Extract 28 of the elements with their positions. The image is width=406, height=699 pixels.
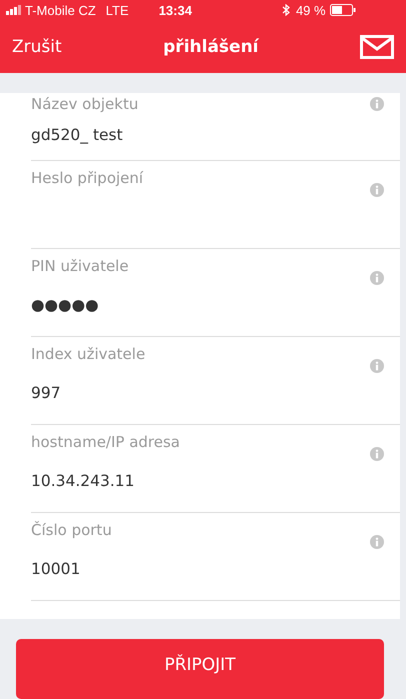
- battery-percent: 49 %: [296, 2, 326, 18]
- connect-button[interactable]: PŘIPOJIT: [16, 639, 384, 699]
- info-icon[interactable]: [370, 271, 384, 285]
- info-icon[interactable]: [370, 359, 384, 373]
- field-label: Index uživatele: [31, 345, 146, 363]
- info-icon[interactable]: [370, 447, 384, 461]
- clock-time: 13:34: [158, 2, 192, 18]
- cancel-button[interactable]: Zrušit: [12, 36, 62, 57]
- field-label: hostname/IP adresa: [31, 433, 181, 451]
- screen-title: přihlášení: [163, 36, 258, 57]
- info-icon[interactable]: [370, 97, 384, 111]
- signal-icon: [6, 5, 22, 16]
- field-label: Název objektu: [31, 95, 140, 113]
- field-label: Číslo portu: [31, 521, 113, 539]
- network-type: LTE: [106, 2, 129, 18]
- bluetooth-icon: [282, 4, 290, 16]
- field-label: PIN uživatele: [31, 257, 130, 275]
- info-icon[interactable]: [370, 183, 384, 197]
- info-icon[interactable]: [370, 535, 384, 549]
- mail-icon[interactable]: [360, 34, 394, 59]
- input-field[interactable]: 997: [31, 381, 331, 405]
- input-field[interactable]: 10.34.243.11: [31, 469, 331, 493]
- input-field[interactable]: 10001: [31, 557, 331, 581]
- input-field[interactable]: gd520_ test: [31, 123, 331, 147]
- field-label: Heslo připojení: [31, 169, 144, 187]
- carrier-name: T-Mobile CZ: [25, 2, 96, 18]
- input-field[interactable]: ●●●●●: [31, 293, 331, 317]
- battery-icon: [330, 4, 356, 16]
